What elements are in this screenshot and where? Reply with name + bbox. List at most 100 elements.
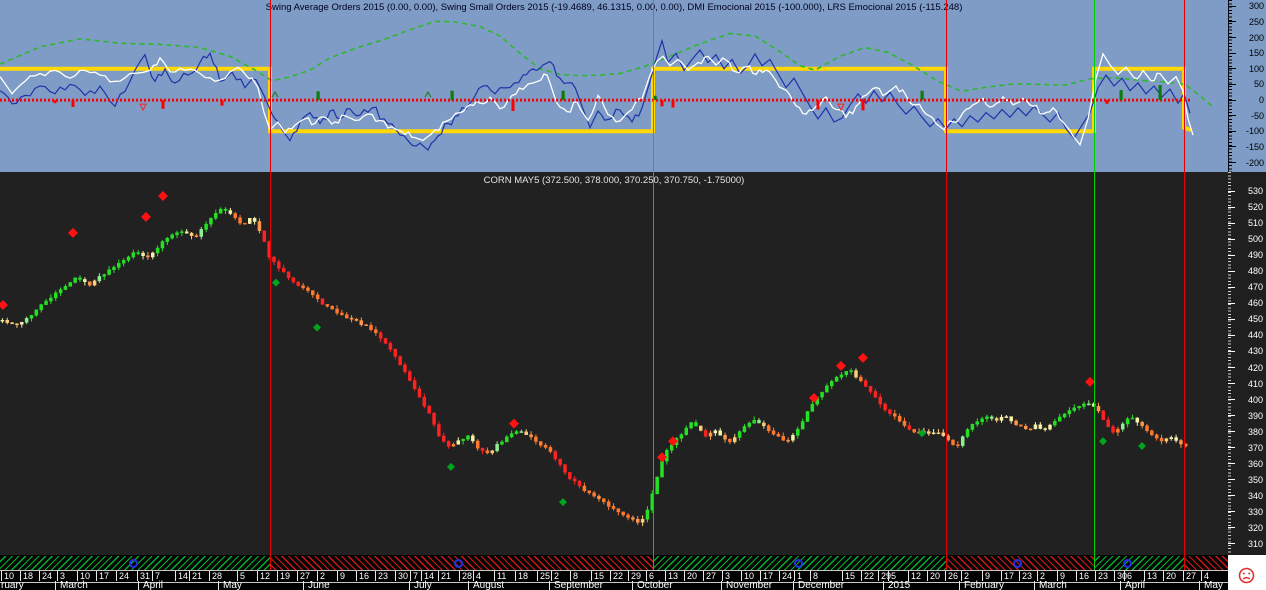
candle-body — [1063, 414, 1066, 417]
candle-body — [709, 433, 712, 436]
candle-body — [583, 486, 586, 491]
candle-body — [855, 371, 858, 377]
candle-body — [462, 439, 465, 440]
y-axis-label: 400 — [1233, 395, 1263, 405]
candle-body — [161, 242, 164, 248]
candle-body — [908, 426, 911, 430]
day-tick — [257, 571, 258, 581]
candle-body — [176, 233, 179, 235]
candle-body — [229, 211, 232, 214]
month-tick — [409, 581, 410, 590]
candle-body — [112, 267, 115, 269]
candle-body — [1068, 411, 1071, 414]
candle-body — [437, 424, 440, 436]
red-diamond-marker — [68, 228, 78, 238]
day-tick — [277, 571, 278, 581]
candle-body — [180, 232, 183, 233]
day-tick — [722, 571, 723, 581]
day-label: 24 — [782, 571, 792, 581]
candle-body — [534, 437, 537, 442]
candle-body — [704, 430, 707, 436]
candle-body — [593, 493, 596, 496]
candle-body — [728, 439, 731, 442]
green-diamond-marker — [313, 323, 321, 331]
candle-body — [1112, 427, 1115, 432]
candle-body — [1078, 406, 1081, 407]
candle-body — [821, 392, 824, 397]
candle-body — [316, 295, 319, 299]
month-tick — [721, 581, 722, 590]
candle-body — [146, 256, 149, 257]
day-label: 24 — [119, 571, 129, 581]
candle-body — [641, 519, 644, 522]
candle-body — [544, 445, 547, 447]
day-label: 15 — [845, 571, 855, 581]
indicator-y-axis[interactable]: 300250200150100500-50-100-150-200 — [1228, 0, 1266, 172]
price-y-axis[interactable]: 5305205105004904804704604504404304204104… — [1228, 172, 1266, 555]
candle-body — [622, 512, 625, 515]
order-tick-down — [817, 100, 820, 109]
candle-body — [64, 286, 67, 289]
candle-body — [122, 260, 125, 263]
lrs-emocional-2015-line — [0, 21, 1212, 106]
candle-body — [49, 298, 52, 301]
sad-face-icon[interactable] — [1238, 567, 1255, 584]
candle-body — [743, 427, 746, 432]
candle-body — [418, 389, 421, 397]
month-tick — [883, 581, 884, 590]
y-axis-label: 330 — [1233, 507, 1263, 517]
candle-body — [496, 444, 499, 451]
candle-body — [825, 386, 828, 392]
y-axis-label: 470 — [1233, 282, 1263, 292]
day-tick — [438, 571, 439, 581]
candle-body — [306, 288, 309, 291]
candle-body — [1019, 425, 1022, 426]
candle-body — [690, 423, 693, 428]
day-label: 23 — [1022, 571, 1032, 581]
candle-body — [108, 270, 111, 275]
candle-body — [811, 404, 814, 411]
day-tick — [927, 571, 928, 581]
time-axis[interactable]: 1018243101724317142128512192729162330714… — [0, 555, 1228, 590]
order-tick-down — [221, 100, 224, 106]
candle-body — [74, 278, 77, 283]
candle-body — [394, 349, 397, 356]
candle-body — [1136, 418, 1139, 422]
candle-body — [1039, 425, 1042, 429]
candle-body — [694, 423, 697, 427]
candle-body — [985, 417, 988, 419]
price-panel[interactable]: CORN MAY5 (372.500, 378.000, 370.250, 37… — [0, 172, 1228, 555]
day-tick — [1095, 571, 1096, 581]
candle-body — [1126, 419, 1129, 424]
candle-body — [719, 431, 722, 436]
month-tick — [218, 581, 219, 590]
candle-body — [733, 438, 736, 442]
green-diamond-marker — [1138, 442, 1146, 450]
day-label: 28 — [212, 571, 222, 581]
order-tick-down — [672, 100, 675, 108]
day-label: 16 — [359, 571, 369, 581]
candle-body — [656, 477, 659, 494]
candle-body — [520, 432, 523, 433]
y-axis-label: 310 — [1233, 539, 1263, 549]
y-axis-label: 420 — [1233, 363, 1263, 373]
month-label: March — [60, 581, 88, 590]
candle-body — [273, 257, 276, 262]
candle-body — [801, 422, 804, 430]
candle-body — [1024, 426, 1027, 429]
candle-body — [758, 420, 761, 423]
candle-body — [25, 318, 28, 322]
day-tick — [410, 571, 411, 581]
candle-body — [665, 450, 668, 461]
candle-body — [219, 209, 222, 213]
y-axis-label: 200 — [1234, 33, 1264, 43]
candle-body — [1160, 438, 1163, 441]
candle-body — [1034, 425, 1037, 429]
candle-body — [360, 321, 363, 325]
candle-body — [612, 506, 615, 508]
y-axis-label: 530 — [1233, 186, 1263, 196]
candle-body — [171, 235, 174, 238]
indicator-panel[interactable]: Swing Average Orders 2015 (0.00, 0.00), … — [0, 0, 1228, 172]
candle-body — [835, 377, 838, 381]
y-axis-label: 450 — [1233, 314, 1263, 324]
